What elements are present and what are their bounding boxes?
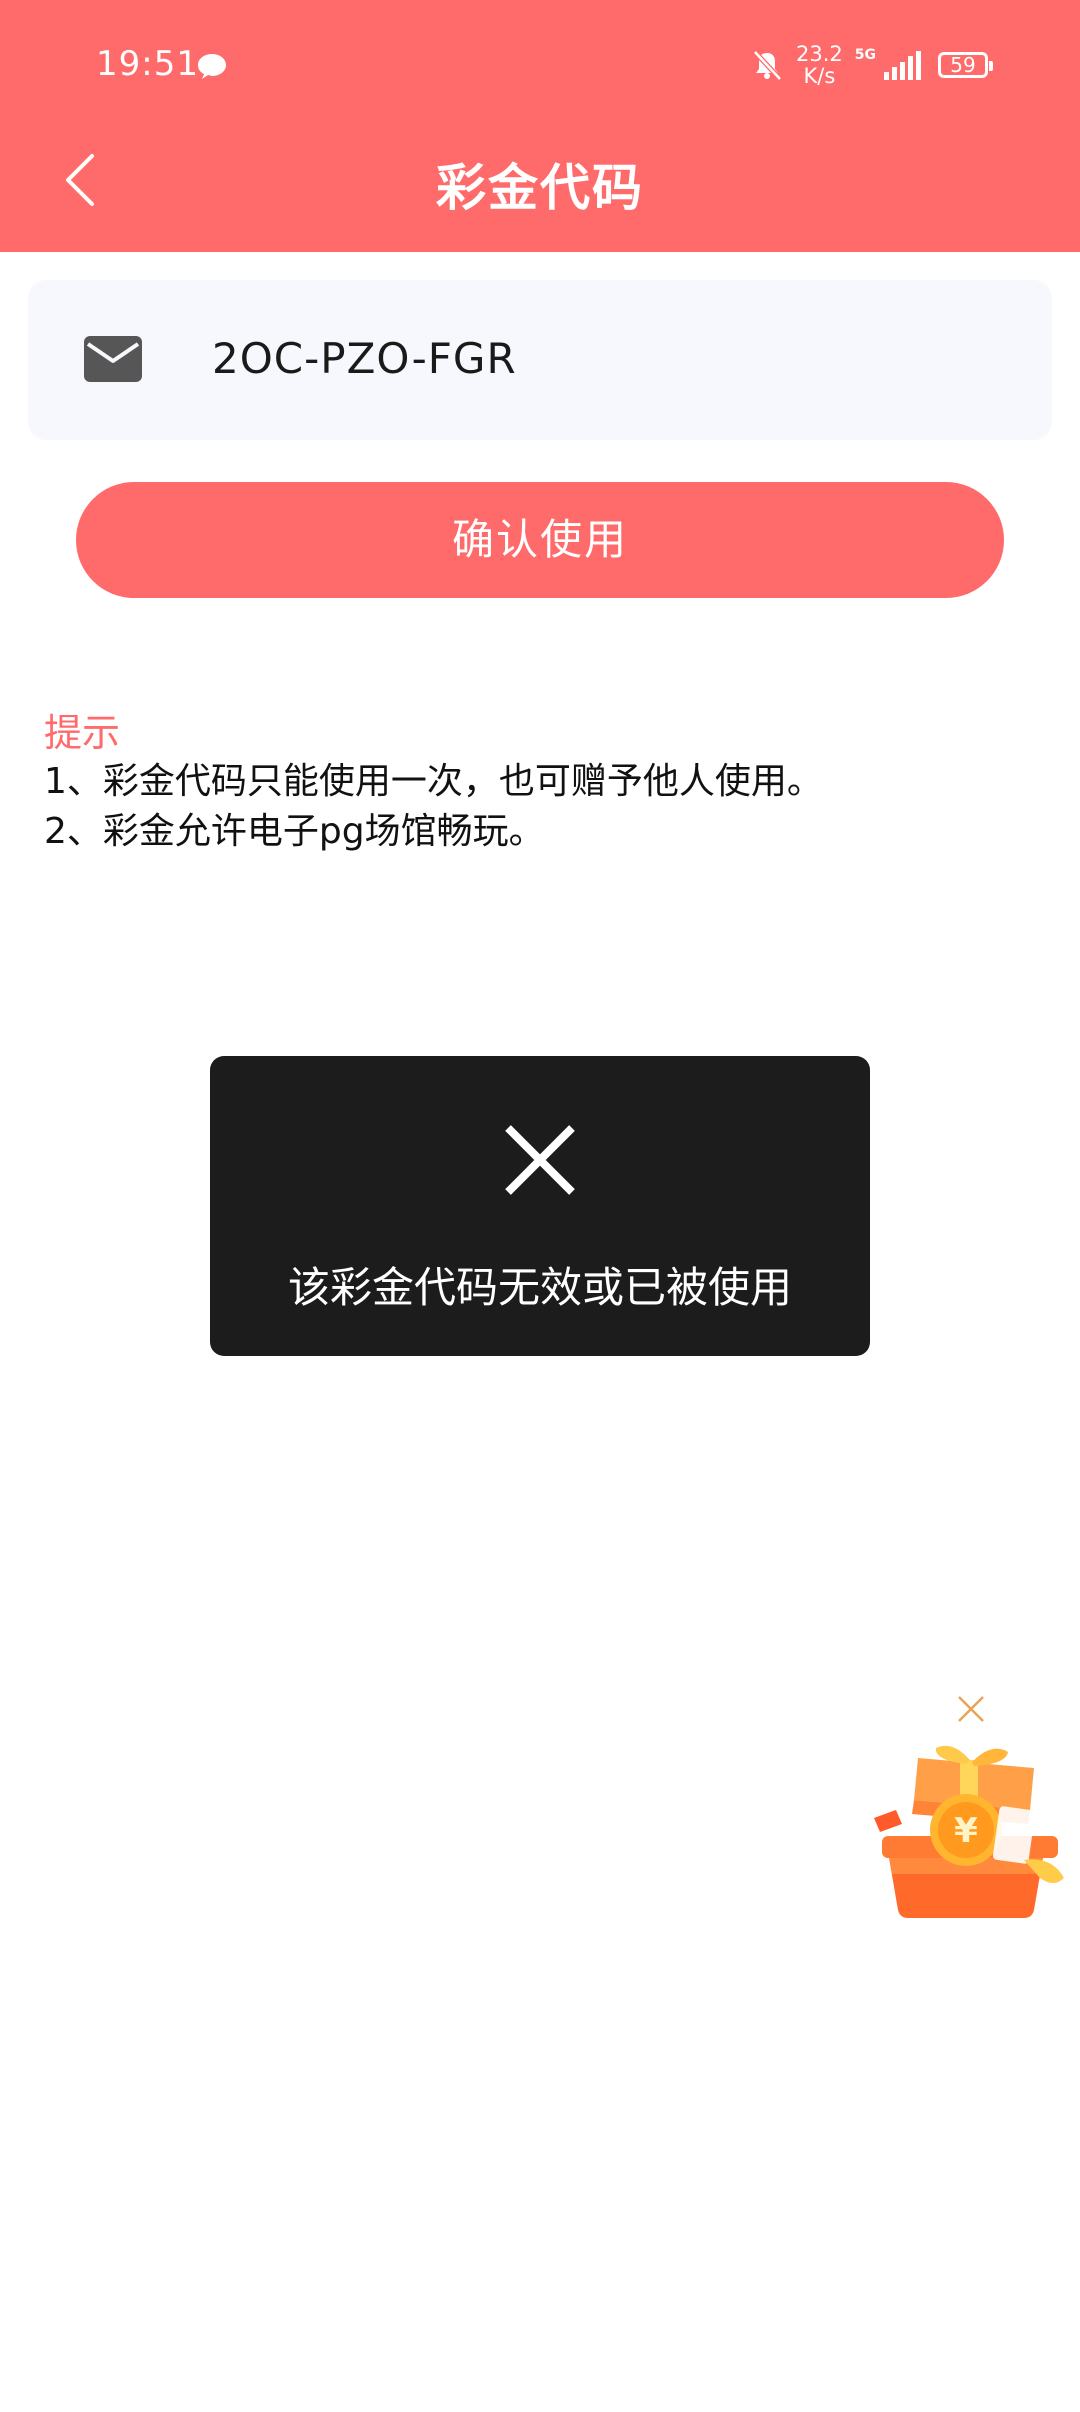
code-input-value[interactable]: 2OC-PZO-FGR (212, 334, 517, 383)
svg-text:¥: ¥ (954, 1811, 978, 1851)
mute-bell-icon (753, 50, 782, 81)
network-speed-unit: K/s (803, 64, 836, 88)
tips-title: 提示 (44, 711, 121, 755)
error-toast: 该彩金代码无效或已被使用 (210, 1056, 870, 1356)
status-indicators: 23.2 K/s 5G 59 (750, 40, 993, 90)
tip-item-1: 1、彩金代码只能使用一次，也可赠予他人使用。 (44, 761, 823, 802)
confirm-use-button[interactable]: 确认使用 (76, 482, 1004, 598)
toast-message: 该彩金代码无效或已被使用 (287, 1263, 792, 1312)
battery-indicator: 59 (938, 52, 993, 78)
app-header: 19:51 23.2 K/s 5G 59 彩金代码 (0, 0, 1080, 252)
page-title: 彩金代码 (436, 159, 644, 217)
status-time: 19:51 (96, 44, 199, 84)
mail-icon (84, 336, 142, 382)
tip-item-2: 2、彩金允许电子pg场馆畅玩。 (44, 811, 545, 852)
close-icon (505, 1125, 575, 1195)
network-speed: 23.2 K/s (796, 43, 843, 87)
code-input-field[interactable]: 2OC-PZO-FGR (28, 280, 1052, 440)
signal-icon (884, 51, 921, 80)
chat-bubble-icon (198, 54, 226, 79)
gift-box-icon[interactable]: ¥ (874, 1740, 1070, 1920)
network-speed-value: 23.2 (796, 42, 843, 66)
network-type: 5G (854, 47, 876, 63)
gift-close-icon[interactable] (956, 1694, 986, 1724)
